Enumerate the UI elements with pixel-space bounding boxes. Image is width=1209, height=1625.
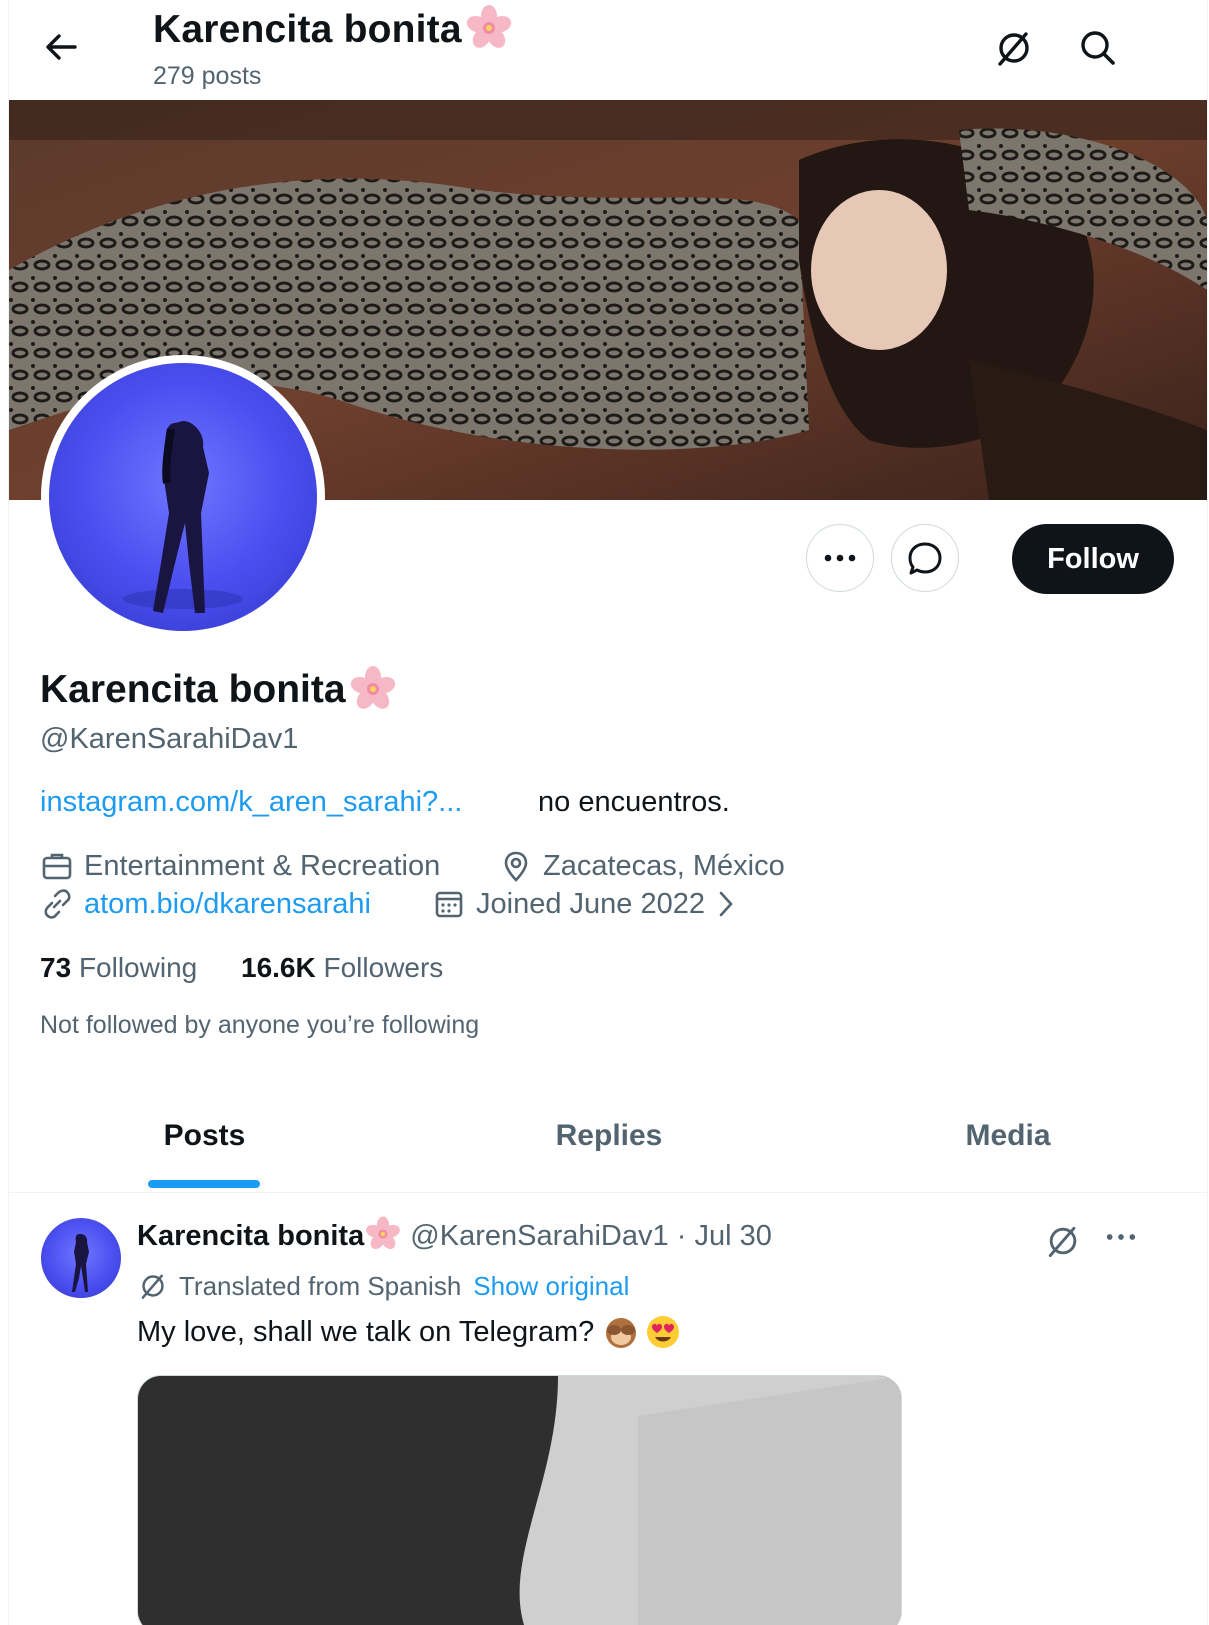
post-header: Karencita bonita @KarenSarahiDav1 · Jul …	[137, 1216, 772, 1253]
post-more-button[interactable]	[1104, 1230, 1138, 1248]
not-followed-note: Not followed by anyone you’re following	[40, 1011, 480, 1039]
profile-avatar[interactable]	[41, 355, 325, 639]
more-icon	[824, 554, 856, 562]
location-pin-icon	[504, 851, 528, 882]
follow-button[interactable]: Follow	[1012, 524, 1174, 594]
show-original-link[interactable]: Show original	[473, 1271, 629, 1302]
more-button[interactable]	[806, 524, 874, 592]
post-translate-button[interactable]	[1043, 1221, 1083, 1266]
post-author-handle[interactable]: @KarenSarahiDav1	[410, 1220, 668, 1252]
post-avatar[interactable]	[41, 1218, 121, 1298]
post-avatar-image	[72, 1234, 89, 1292]
heart-eyes-icon	[647, 1316, 680, 1348]
message-icon	[908, 542, 942, 575]
post-media[interactable]	[137, 1375, 902, 1625]
tab-posts[interactable]: Posts	[9, 1080, 400, 1192]
avatar-image	[123, 421, 243, 613]
joined-item[interactable]: Joined June 2022	[432, 887, 749, 921]
message-button[interactable]	[891, 524, 959, 592]
header-title: Karencita bonita	[153, 4, 514, 53]
more-icon	[1106, 1234, 1136, 1240]
translate-icon	[141, 1274, 164, 1299]
arrow-left-icon	[46, 34, 77, 60]
search-button[interactable]	[1076, 26, 1120, 70]
briefcase-icon	[42, 853, 72, 880]
following-stat[interactable]: 73 Following	[40, 952, 197, 984]
profile-name: Karencita bonita	[40, 665, 398, 714]
post-text: My love, shall we talk on Telegram?	[137, 1313, 682, 1351]
post-count: 279 posts	[153, 62, 262, 90]
profile-tabs: Posts Replies Media	[9, 1080, 1207, 1193]
back-button[interactable]	[39, 25, 83, 69]
tab-media[interactable]: Media	[809, 1080, 1207, 1192]
website-item[interactable]: atom.bio/dkarensarahi	[40, 887, 371, 921]
cherry-blossom-icon	[466, 4, 511, 48]
translation-note: Translated from Spanish Show original	[137, 1270, 629, 1302]
translate-icon	[1048, 1226, 1077, 1257]
cherry-blossom-icon	[350, 665, 395, 709]
post-author-name[interactable]: Karencita bonita	[137, 1220, 364, 1252]
search-icon	[1081, 31, 1115, 65]
cherry-blossom-icon	[366, 1216, 401, 1250]
link-icon	[44, 889, 71, 919]
see-no-evil-monkey-icon	[606, 1318, 637, 1348]
tab-replies[interactable]: Replies	[409, 1080, 809, 1192]
profile-handle: @KarenSarahiDav1	[40, 723, 299, 755]
top-bar: Karencita bonita 279 posts	[9, 0, 1207, 100]
translate-button[interactable]	[992, 26, 1036, 70]
post-separator: ·	[676, 1220, 687, 1252]
chevron-right-icon	[719, 891, 733, 917]
post-media-image	[138, 1376, 901, 1625]
bio-text: no encuentros.	[538, 786, 730, 818]
bio-link[interactable]: instagram.com/k_aren_sarahi?...	[40, 786, 462, 819]
translate-icon	[998, 32, 1029, 66]
post-date[interactable]: Jul 30	[694, 1220, 771, 1252]
category-item: Entertainment & Recreation	[40, 849, 440, 883]
calendar-icon	[435, 891, 463, 918]
followers-stat[interactable]: 16.6K Followers	[241, 952, 443, 984]
profile-page: Karencita bonita 279 posts Follow Karenc…	[8, 0, 1208, 1625]
active-tab-indicator	[148, 1180, 260, 1188]
location-item: Zacatecas, México	[499, 849, 785, 883]
